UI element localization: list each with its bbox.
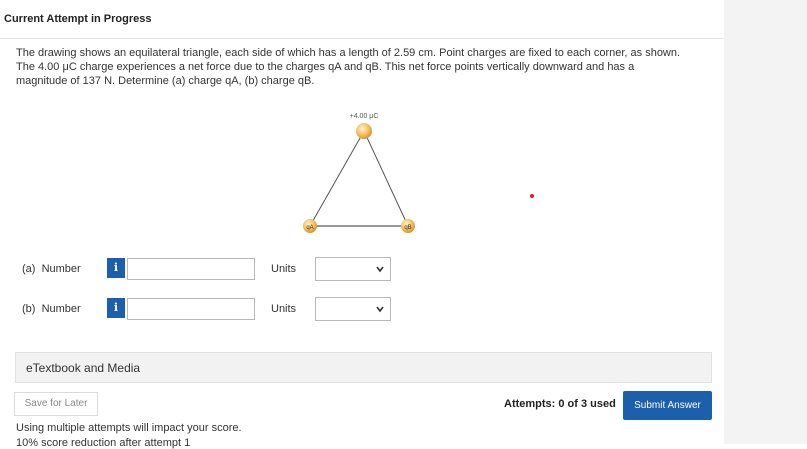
attempts-counter: Attempts: 0 of 3 used xyxy=(504,398,616,410)
etextbook-media-panel[interactable]: eTextbook and Media xyxy=(15,352,712,383)
charge-a-label: qA xyxy=(306,225,313,231)
attempts-note: Using multiple attempts will impact your… xyxy=(16,422,242,434)
number-input-a[interactable] xyxy=(127,258,255,280)
units-select-a[interactable] xyxy=(315,257,391,281)
attempt-status-title: Current Attempt in Progress xyxy=(4,13,152,25)
save-for-later-button[interactable]: Save for Later xyxy=(14,392,98,416)
top-charge-label: +4.00 μC xyxy=(350,113,379,120)
problem-line-1: The drawing shows an equilateral triangl… xyxy=(16,47,681,59)
charge-top xyxy=(356,123,372,139)
etextbook-media-label: eTextbook and Media xyxy=(26,361,141,375)
header-bar: Current Attempt in Progress xyxy=(0,0,724,39)
triangle-figure: +4.00 μC qA qB xyxy=(260,108,460,248)
units-select-b[interactable] xyxy=(315,297,391,321)
score-reduction-note: 10% score reduction after attempt 1 xyxy=(16,437,191,449)
charge-b-label: qB xyxy=(404,225,411,231)
red-dot xyxy=(530,194,534,198)
info-button-a[interactable]: i xyxy=(107,258,125,278)
triangle-side-right xyxy=(363,130,409,227)
info-button-b[interactable]: i xyxy=(107,298,125,318)
triangle-side-left xyxy=(309,130,365,227)
problem-line-3: magnitude of 137 N. Determine (a) charge… xyxy=(16,75,315,87)
submit-answer-button[interactable]: Submit Answer xyxy=(623,391,712,420)
triangle-diagram: +4.00 μC qA qB xyxy=(303,113,415,233)
number-input-b[interactable] xyxy=(127,298,255,320)
units-label-a: Units xyxy=(271,263,297,275)
problem-statement: The drawing shows an equilateral triangl… xyxy=(16,46,716,88)
problem-line-2: The 4.00 μC charge experiences a net for… xyxy=(16,61,635,73)
chevron-down-icon xyxy=(376,266,384,273)
chevron-down-icon xyxy=(376,306,384,313)
right-gray-panel xyxy=(724,0,807,444)
units-label-b: Units xyxy=(271,303,297,315)
part-b-label: (b) Number xyxy=(22,303,81,315)
part-a-label: (a) Number xyxy=(22,263,81,275)
